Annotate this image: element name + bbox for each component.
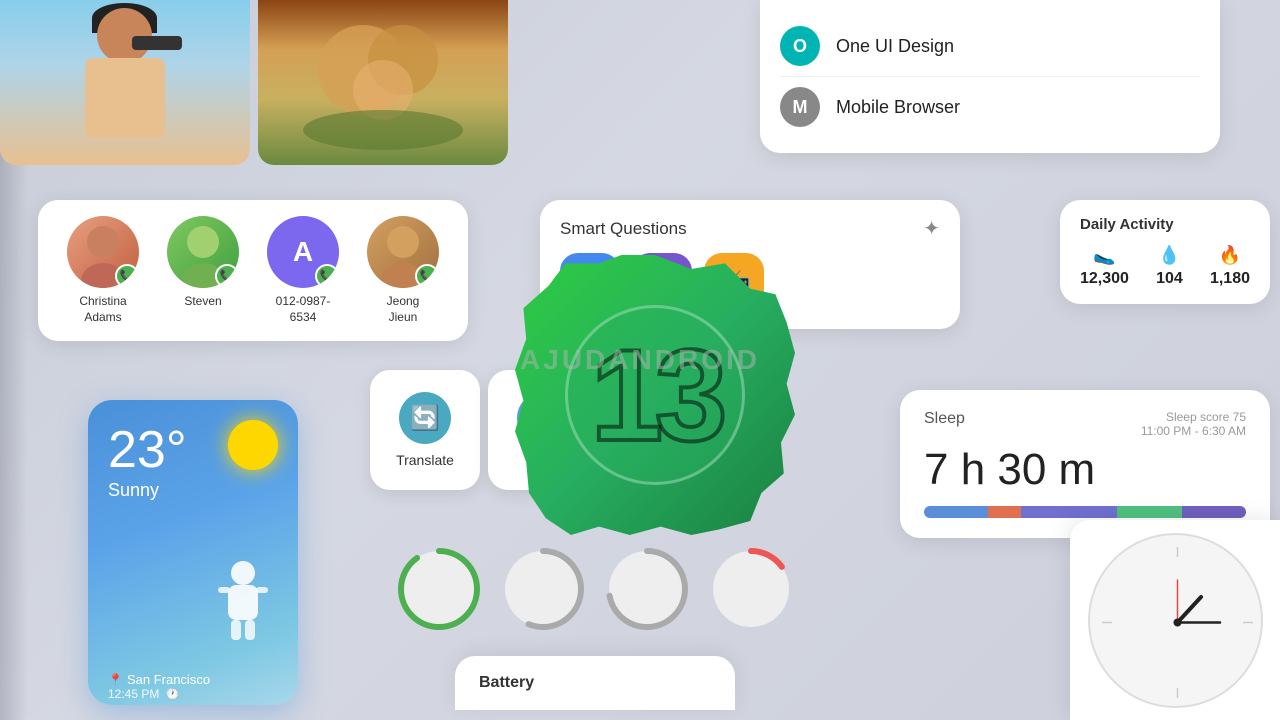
badge-shape: 13 — [515, 255, 795, 535]
sleep-widget: Sleep Sleep score 75 11:00 PM - 6:30 AM … — [900, 390, 1270, 538]
water-icon: 💧 — [1158, 245, 1180, 266]
photo-food — [258, 0, 508, 165]
contact-avatar-steven: 📞 — [167, 216, 239, 288]
body — [85, 58, 165, 138]
pin-icon: 📍 — [108, 673, 123, 687]
oneui-icon: O — [780, 26, 820, 66]
photo-person — [0, 0, 250, 165]
phone-badge-2: 📞 — [215, 264, 239, 288]
app-item-browser[interactable]: M Mobile Browser — [780, 77, 1200, 137]
daily-activity-title: Daily Activity — [1080, 216, 1250, 233]
phone-badge-3: 📞 — [315, 264, 339, 288]
clock-widget — [1070, 520, 1280, 720]
battery-title: Battery — [479, 674, 534, 691]
daily-activity-widget: Daily Activity 🥿 12,300 💧 104 🔥 1,180 — [1060, 200, 1270, 304]
calories-stat: 🔥 1,180 — [1210, 245, 1250, 288]
sleep-title: Sleep — [924, 410, 965, 428]
clock-face — [1088, 533, 1263, 708]
contact-name-number: 012-0987-6534 — [276, 294, 331, 325]
weather-figure — [198, 555, 288, 655]
contact-name-jeong: JeongJieun — [387, 294, 420, 325]
steps-icon: 🥿 — [1093, 245, 1115, 266]
phone-badge-1: 📞 — [115, 264, 139, 288]
oneui-label: One UI Design — [836, 36, 954, 57]
contact-name-steven: Steven — [184, 294, 221, 310]
browser-label: Mobile Browser — [836, 97, 960, 118]
top-photos-strip — [0, 0, 508, 165]
contact-name-christina: ChristinaAdams — [79, 294, 126, 325]
water-value: 104 — [1156, 270, 1183, 288]
contact-avatar-jeong: 📞 — [367, 216, 439, 288]
steps-value: 12,300 — [1080, 270, 1129, 288]
contact-avatar-christina: 📞 — [67, 216, 139, 288]
translate-label: Translate — [396, 452, 454, 468]
sleep-meta: Sleep score 75 11:00 PM - 6:30 AM — [1141, 410, 1246, 438]
sleep-seg-4 — [1117, 506, 1181, 518]
watermark: AJUDANDROID — [520, 344, 760, 376]
contact-jeong[interactable]: 📞 JeongJieun — [358, 216, 448, 325]
circle-phone: 📱 90% — [395, 545, 483, 633]
translate-icon: 🔄 — [399, 392, 451, 444]
clock-svg — [1090, 535, 1265, 710]
weather-time: 12:45 PM — [108, 687, 159, 701]
sleep-time-range: 11:00 PM - 6:30 AM — [1141, 424, 1246, 438]
contact-number[interactable]: A 📞 012-0987-6534 — [258, 216, 348, 325]
sleep-seg-5 — [1182, 506, 1246, 518]
sleep-score: Sleep score 75 — [1141, 410, 1246, 424]
person-figure — [65, 3, 185, 163]
sunglasses — [132, 36, 182, 50]
battery-widget: Battery — [455, 656, 735, 710]
daily-activity-stats: 🥿 12,300 💧 104 🔥 1,180 — [1080, 245, 1250, 288]
phone-badge-4: 📞 — [415, 264, 439, 288]
browser-icon: M — [780, 87, 820, 127]
sleep-seg-2 — [988, 506, 1020, 518]
sparkle-icon: ✦ — [923, 216, 940, 241]
clock-icon: 🕐 — [165, 687, 180, 701]
water-stat: 💧 104 — [1156, 245, 1183, 288]
calories-value: 1,180 — [1210, 270, 1250, 288]
apps-widget: O One UI Design M Mobile Browser — [760, 0, 1220, 153]
quick-btn-translate[interactable]: 🔄 Translate — [370, 370, 480, 490]
calories-icon: 🔥 — [1219, 245, 1241, 266]
contacts-widget: 📞 ChristinaAdams 📞 Steven A 📞 012-0987-6… — [38, 200, 468, 341]
contact-avatar-number: A 📞 — [267, 216, 339, 288]
android-13-badge: 13 — [490, 230, 820, 560]
sleep-bar — [924, 506, 1246, 518]
weather-location: 📍 San Francisco — [108, 672, 210, 687]
head — [97, 8, 152, 63]
weather-widget: 23° Sunny 📍 San Francisco 12:45 PM 🕐 — [88, 400, 298, 705]
contact-steven[interactable]: 📞 Steven — [158, 216, 248, 310]
food-illustration — [283, 0, 483, 165]
sleep-seg-1 — [924, 506, 988, 518]
steps-stat: 🥿 12,300 — [1080, 245, 1129, 288]
contact-christina[interactable]: 📞 ChristinaAdams — [58, 216, 148, 325]
sleep-header: Sleep Sleep score 75 11:00 PM - 6:30 AM — [924, 410, 1246, 438]
app-item-oneui[interactable]: O One UI Design — [780, 16, 1200, 77]
sleep-seg-3 — [1021, 506, 1118, 518]
weather-condition: Sunny — [108, 480, 278, 501]
sleep-duration: 7 h 30 m — [924, 446, 1246, 494]
weather-city: San Francisco — [127, 672, 210, 687]
sun-icon — [228, 420, 278, 470]
